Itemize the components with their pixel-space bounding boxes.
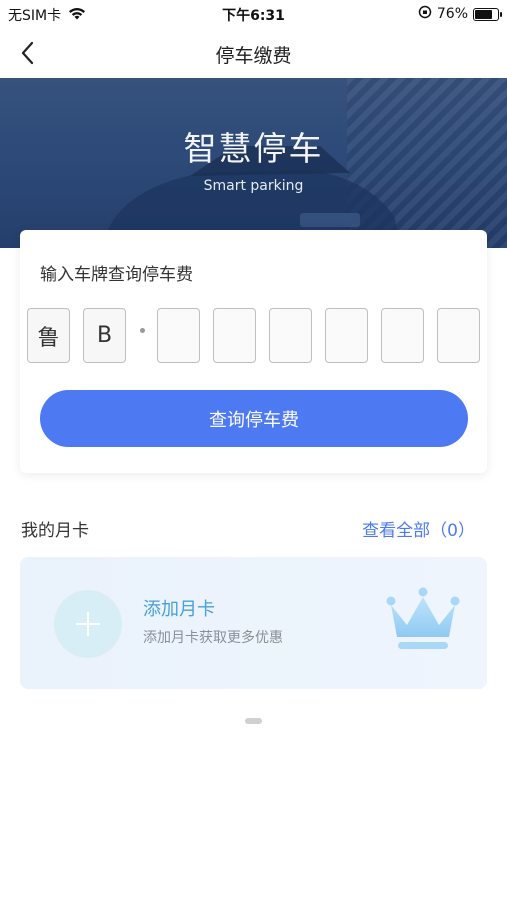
view-all-link[interactable]: 查看全部（0） <box>362 516 475 541</box>
page: 无SIM卡 下午6:31 76% 停车缴费 智慧停车 Smart parking… <box>0 0 507 900</box>
plate-char-7[interactable] <box>381 308 424 363</box>
plate-char-4[interactable] <box>213 308 256 363</box>
plate-char-1[interactable]: 鲁 <box>27 308 70 363</box>
battery-percent: 76% <box>436 6 468 22</box>
plate-char-6[interactable] <box>325 308 368 363</box>
plate-char-5[interactable] <box>269 308 312 363</box>
status-bar: 无SIM卡 下午6:31 76% <box>0 0 507 28</box>
banner: 智慧停车 Smart parking <box>0 78 507 248</box>
banner-title: 智慧停车 <box>183 129 324 168</box>
plate-char-8[interactable] <box>437 308 480 363</box>
plate-query-card: 输入车牌查询停车费 鲁 B 查询停车费 <box>20 230 487 473</box>
plate-char-2[interactable]: B <box>83 308 126 363</box>
monthly-section-title: 我的月卡 <box>21 521 89 541</box>
add-monthly-desc: 添加月卡获取更多优惠 <box>143 630 283 646</box>
battery-icon <box>473 7 502 21</box>
query-fee-button[interactable]: 查询停车费 <box>40 390 468 447</box>
scroll-indicator <box>245 718 262 724</box>
plate-separator <box>140 328 145 333</box>
nav-bar: 停车缴费 <box>0 28 507 78</box>
plus-icon <box>54 590 122 658</box>
orientation-lock-icon <box>418 5 432 23</box>
battery-fill <box>475 9 492 19</box>
query-label: 输入车牌查询停车费 <box>40 265 193 285</box>
page-title: 停车缴费 <box>215 45 292 67</box>
plate-char-3[interactable] <box>157 308 200 363</box>
add-monthly-card[interactable]: 添加月卡 添加月卡获取更多优惠 <box>20 557 487 689</box>
add-monthly-title: 添加月卡 <box>143 599 215 620</box>
banner-subtitle: Smart parking <box>203 178 304 194</box>
crown-icon <box>386 587 460 649</box>
status-right: 76% <box>418 5 502 23</box>
